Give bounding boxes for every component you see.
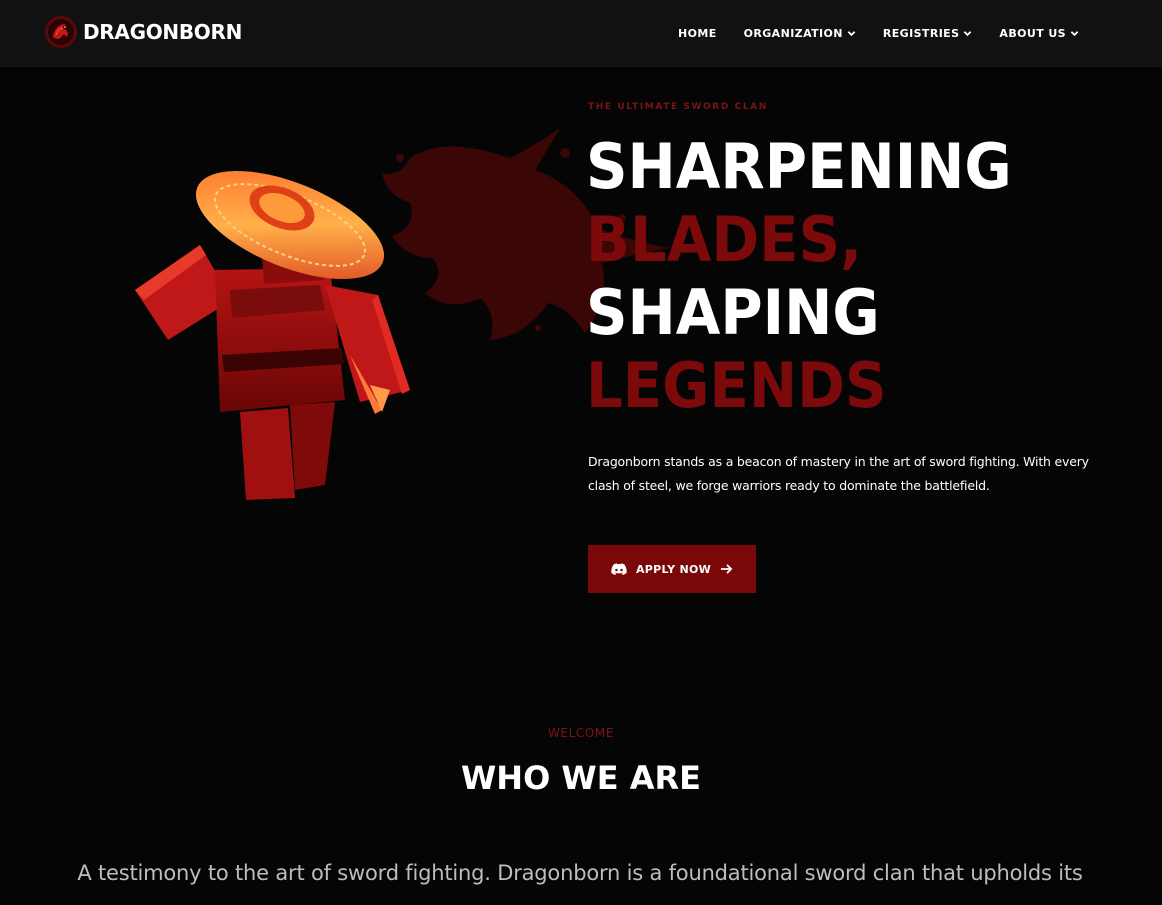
apply-now-button[interactable]: APPLY NOW bbox=[588, 545, 756, 593]
nav-organization[interactable]: ORGANIZATION bbox=[744, 27, 856, 40]
warrior-illustration bbox=[135, 170, 410, 500]
chevron-down-icon bbox=[847, 30, 856, 36]
headline-line-2: BLADES, bbox=[586, 203, 863, 276]
site-header: DRAGONBORN HOME ORGANIZATION REGISTRIES … bbox=[0, 0, 1162, 67]
arrow-right-icon bbox=[720, 564, 733, 574]
headline-line-1: SHARPENING bbox=[586, 130, 1012, 203]
chevron-down-icon bbox=[1070, 30, 1079, 36]
about-eyebrow: WELCOME bbox=[547, 726, 615, 740]
main-nav: HOME ORGANIZATION REGISTRIES ABOUT US bbox=[678, 23, 1079, 43]
chevron-down-icon bbox=[964, 30, 972, 36]
apply-now-label: APPLY NOW bbox=[635, 562, 712, 576]
headline-line-3: SHAPING bbox=[586, 276, 880, 349]
nav-home-label: HOME bbox=[678, 26, 717, 40]
nav-registries-label: REGISTRIES bbox=[882, 26, 960, 40]
nav-organization-label: ORGANIZATION bbox=[743, 26, 843, 40]
nav-registries[interactable]: REGISTRIES bbox=[883, 27, 973, 40]
hero-eyebrow: THE ULTIMATE SWORD CLAN bbox=[588, 102, 768, 112]
page: DRAGONBORN HOME ORGANIZATION REGISTRIES … bbox=[0, 0, 1162, 905]
hero-headline: SHARPENING BLADES, SHAPING LEGENDS bbox=[586, 130, 1012, 422]
brand-name: DRAGONBORN bbox=[83, 20, 243, 44]
nav-about-us[interactable]: ABOUT US bbox=[999, 27, 1079, 40]
dragon-logo-icon bbox=[45, 16, 77, 48]
nav-home[interactable]: HOME bbox=[678, 27, 717, 40]
nav-about-us-label: ABOUT US bbox=[999, 26, 1066, 40]
brand-link[interactable]: DRAGONBORN bbox=[44, 15, 242, 49]
about-title: WHO WE ARE bbox=[461, 759, 701, 797]
headline-line-4: LEGENDS bbox=[586, 349, 887, 422]
hero-description: Dragonborn stands as a beacon of mastery… bbox=[588, 454, 1089, 493]
about-text: A testimony to the art of sword fighting… bbox=[77, 861, 1083, 885]
discord-icon bbox=[611, 563, 627, 575]
